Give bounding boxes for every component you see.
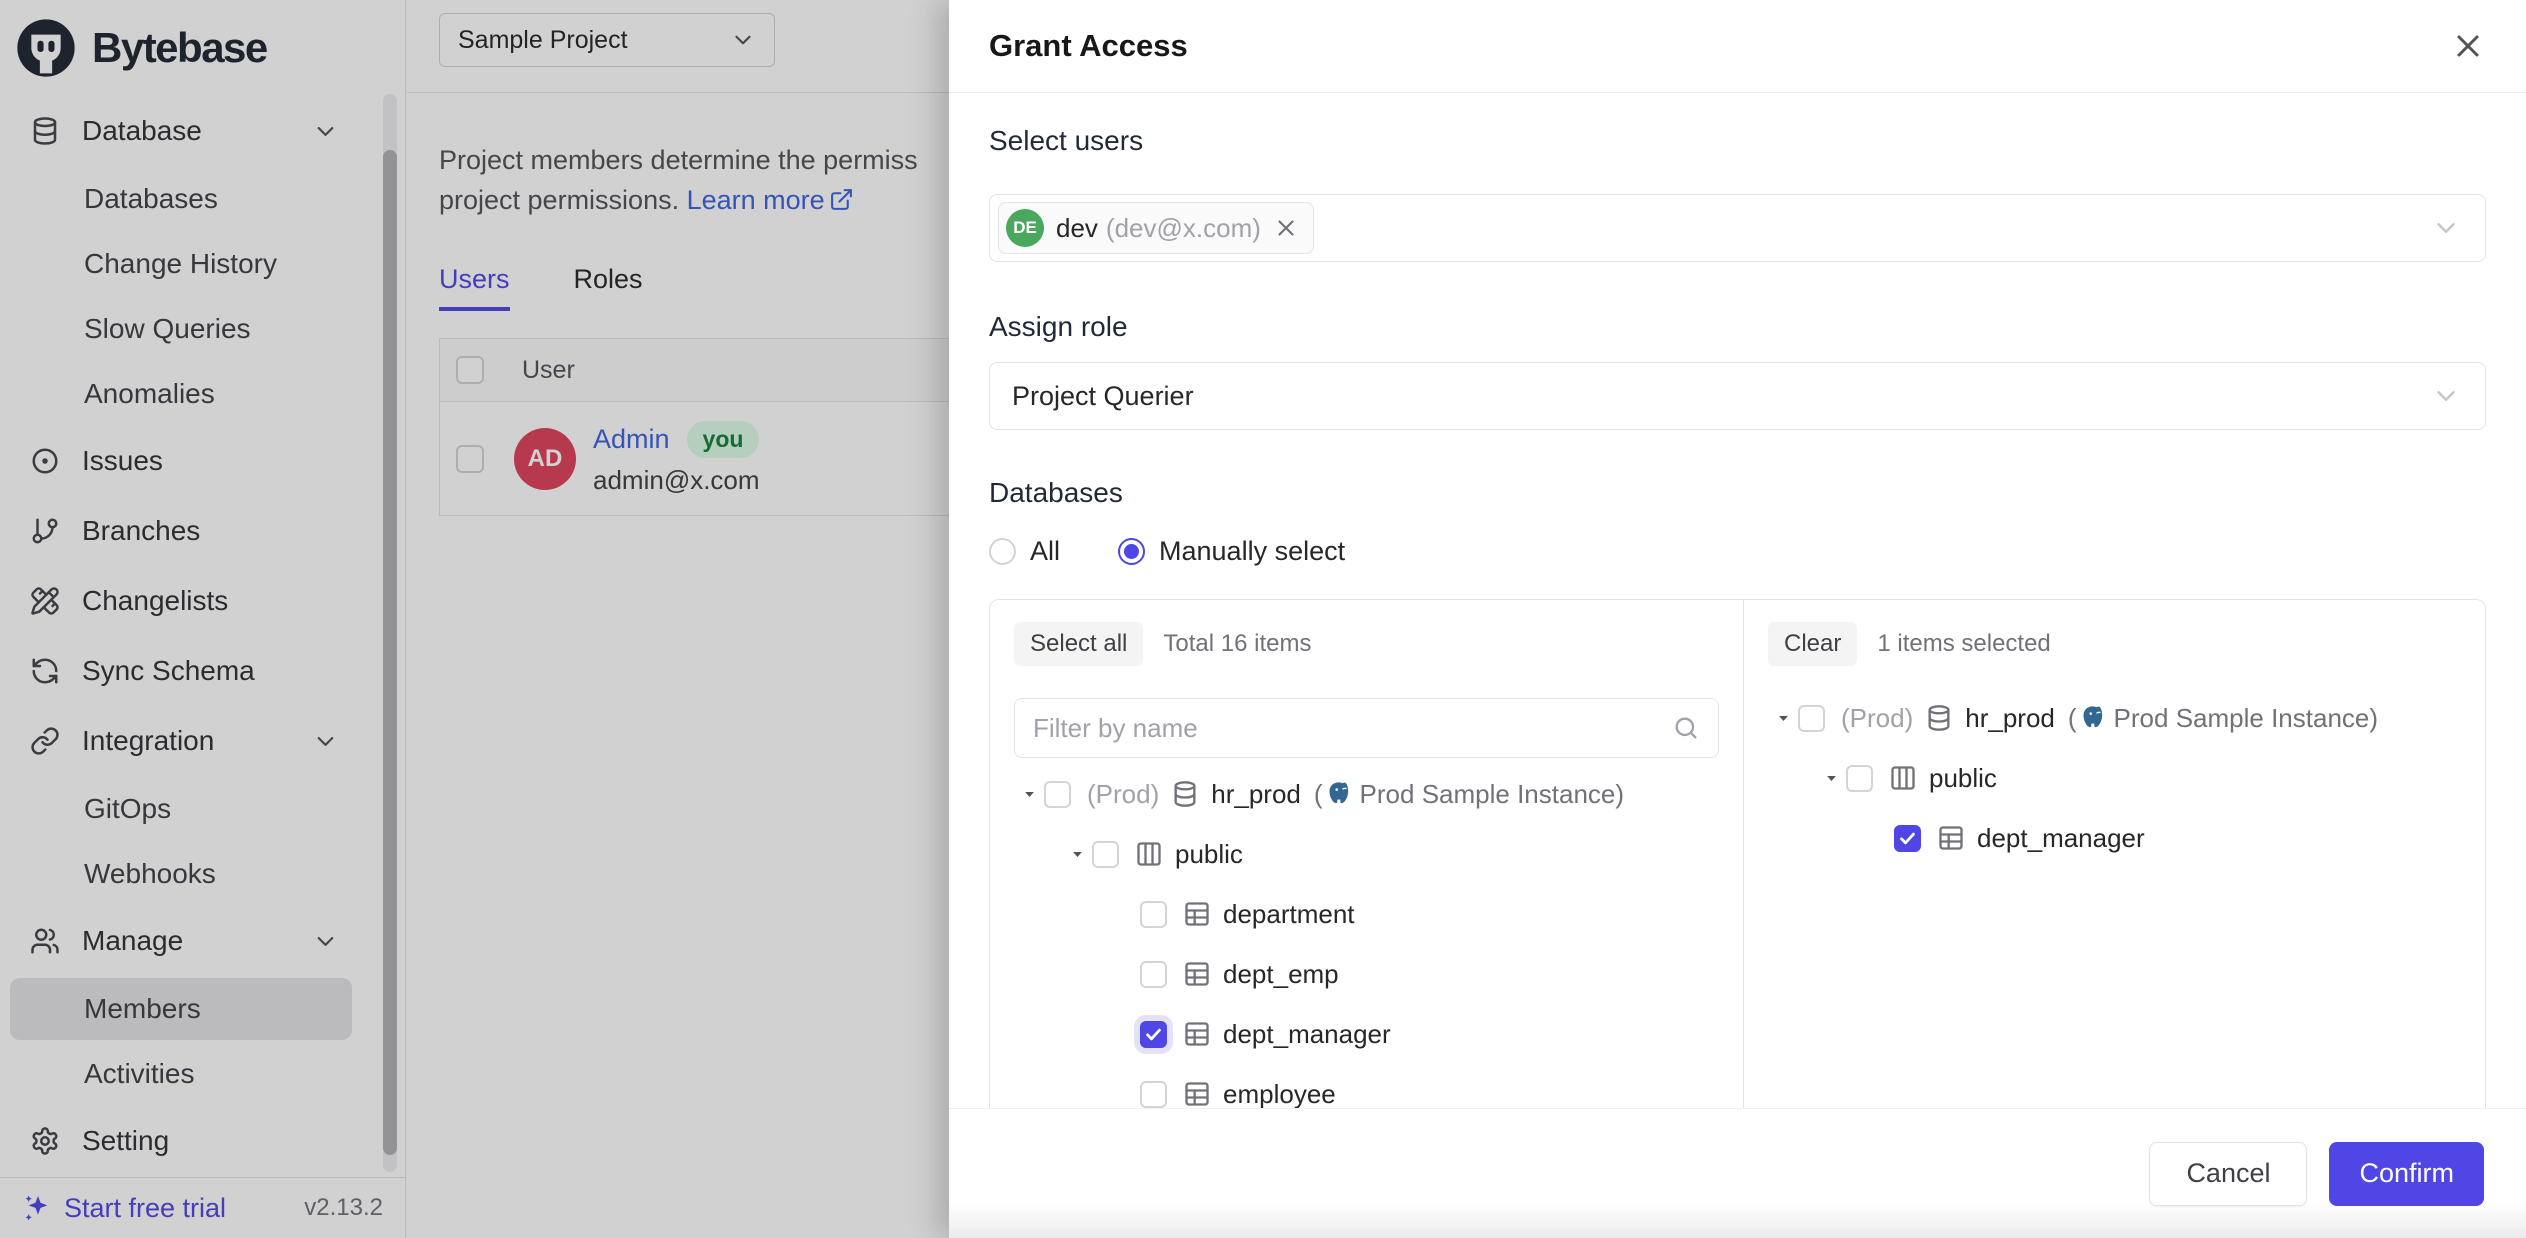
assign-role-value: Project Querier	[1012, 381, 1194, 412]
tree-row-dept-manager[interactable]: dept_manager	[1014, 1004, 1719, 1064]
tree-node-name: dept_manager	[1977, 823, 2145, 854]
postgres-icon	[1326, 780, 1354, 808]
checkbox[interactable]	[1140, 1081, 1167, 1108]
select-users-label: Select users	[989, 124, 2486, 158]
radio-circle	[989, 538, 1016, 565]
tree-row-employee[interactable]: employee	[1014, 1064, 1719, 1108]
caret-icon	[1768, 711, 1798, 726]
checkbox[interactable]	[1092, 841, 1119, 868]
tree-row-hr-prod[interactable]: (Prod) hr_prod ( Prod Sample Instance)	[1768, 688, 2461, 748]
tree-node-name: public	[1175, 839, 1243, 870]
tree-node-name: hr_prod	[1965, 703, 2055, 734]
checkbox[interactable]	[1798, 705, 1825, 732]
close-icon[interactable]	[2450, 28, 2486, 64]
user-chip: DE dev (dev@x.com)	[998, 202, 1314, 254]
caret-icon	[1014, 787, 1044, 802]
tree-node-name: public	[1929, 763, 1997, 794]
checkbox[interactable]	[1140, 961, 1167, 988]
tree-row-public[interactable]: public	[1768, 748, 2461, 808]
schema-icon	[1135, 840, 1163, 868]
instance-paren: (	[1314, 779, 1323, 810]
source-tree: (Prod) hr_prod ( Prod Sample Instance) publi…	[1014, 764, 1719, 1108]
caret-icon	[1062, 847, 1092, 862]
instance-paren: (	[2068, 703, 2077, 734]
assign-role-select[interactable]: Project Querier	[989, 362, 2486, 430]
table-icon	[1183, 960, 1211, 988]
select-users-input[interactable]: DE dev (dev@x.com)	[989, 194, 2486, 262]
tree-node-name: department	[1223, 899, 1355, 930]
modal-body: Select users DE dev (dev@x.com) Assign r…	[949, 94, 2526, 1108]
clear-button[interactable]: Clear	[1768, 622, 1857, 666]
environment-label: (Prod)	[1087, 779, 1159, 810]
chip-user-name: dev	[1056, 213, 1098, 244]
environment-label: (Prod)	[1841, 703, 1913, 734]
tree-node-name: dept_emp	[1223, 959, 1339, 990]
checkbox[interactable]	[1140, 1021, 1167, 1048]
transfer-source-panel: Select all Total 16 items (Prod)hr_prod(…	[990, 600, 1744, 1108]
checkbox[interactable]	[1846, 765, 1873, 792]
filter-field	[1014, 698, 1719, 758]
caret-icon	[1816, 771, 1846, 786]
modal-header: Grant Access	[949, 0, 2526, 93]
modal-title: Grant Access	[989, 28, 1188, 64]
instance-name: Prod Sample Instance)	[1360, 779, 1624, 810]
chevron-down-icon	[2431, 213, 2461, 243]
table-icon	[1183, 900, 1211, 928]
table-icon	[1183, 1080, 1211, 1108]
transfer-selected-panel: Clear 1 items selected (Prod)hr_prod(Pro…	[1744, 600, 2485, 1108]
selected-items-label: 1 items selected	[1877, 630, 2050, 658]
search-icon	[1672, 714, 1700, 742]
table-icon	[1183, 1020, 1211, 1048]
tree-row-dept-emp[interactable]: dept_emp	[1014, 944, 1719, 1004]
assign-role-label: Assign role	[989, 310, 2486, 344]
radio-all[interactable]: All	[989, 536, 1060, 567]
postgres-icon	[2080, 704, 2108, 732]
total-items-label: Total 16 items	[1163, 630, 1311, 658]
radio-manually-select[interactable]: Manually select	[1118, 536, 1345, 567]
checkbox[interactable]	[1140, 901, 1167, 928]
databases-radio-group: All Manually select	[989, 536, 2486, 567]
select-all-button[interactable]: Select all	[1014, 622, 1143, 666]
confirm-button[interactable]: Confirm	[2329, 1142, 2484, 1206]
tree-row-public[interactable]: public	[1014, 824, 1719, 884]
radio-label: All	[1030, 536, 1060, 567]
schema-icon	[1889, 764, 1917, 792]
db-cylinder-icon	[1925, 704, 1953, 732]
remove-chip-icon[interactable]	[1273, 215, 1299, 241]
radio-circle	[1118, 538, 1145, 565]
databases-label: Databases	[989, 476, 2486, 510]
avatar: DE	[1006, 209, 1044, 247]
checkbox[interactable]	[1894, 825, 1921, 852]
table-icon	[1937, 824, 1965, 852]
tree-row-hr-prod[interactable]: (Prod) hr_prod ( Prod Sample Instance)	[1014, 764, 1719, 824]
chip-user-email: (dev@x.com)	[1106, 213, 1261, 244]
chevron-down-icon	[2431, 381, 2461, 411]
tree-node-name: dept_manager	[1223, 1019, 1391, 1050]
db-cylinder-icon	[1171, 780, 1199, 808]
instance-name: Prod Sample Instance)	[2114, 703, 2378, 734]
tree-node-name: employee	[1223, 1079, 1336, 1109]
grant-access-modal: Grant Access Select users DE dev (dev@x.…	[949, 0, 2526, 1238]
selected-tree: (Prod) hr_prod ( Prod Sample Instance) publi…	[1768, 688, 2461, 868]
cancel-button[interactable]: Cancel	[2149, 1142, 2307, 1206]
database-transfer: Select all Total 16 items (Prod)hr_prod(…	[989, 599, 2486, 1108]
modal-footer: Cancel Confirm	[949, 1108, 2526, 1238]
filter-input[interactable]	[1033, 713, 1672, 744]
checkbox[interactable]	[1044, 781, 1071, 808]
tree-row-department[interactable]: department	[1014, 884, 1719, 944]
tree-node-name: hr_prod	[1211, 779, 1301, 810]
radio-label: Manually select	[1159, 536, 1345, 567]
tree-row-dept-manager[interactable]: dept_manager	[1768, 808, 2461, 868]
